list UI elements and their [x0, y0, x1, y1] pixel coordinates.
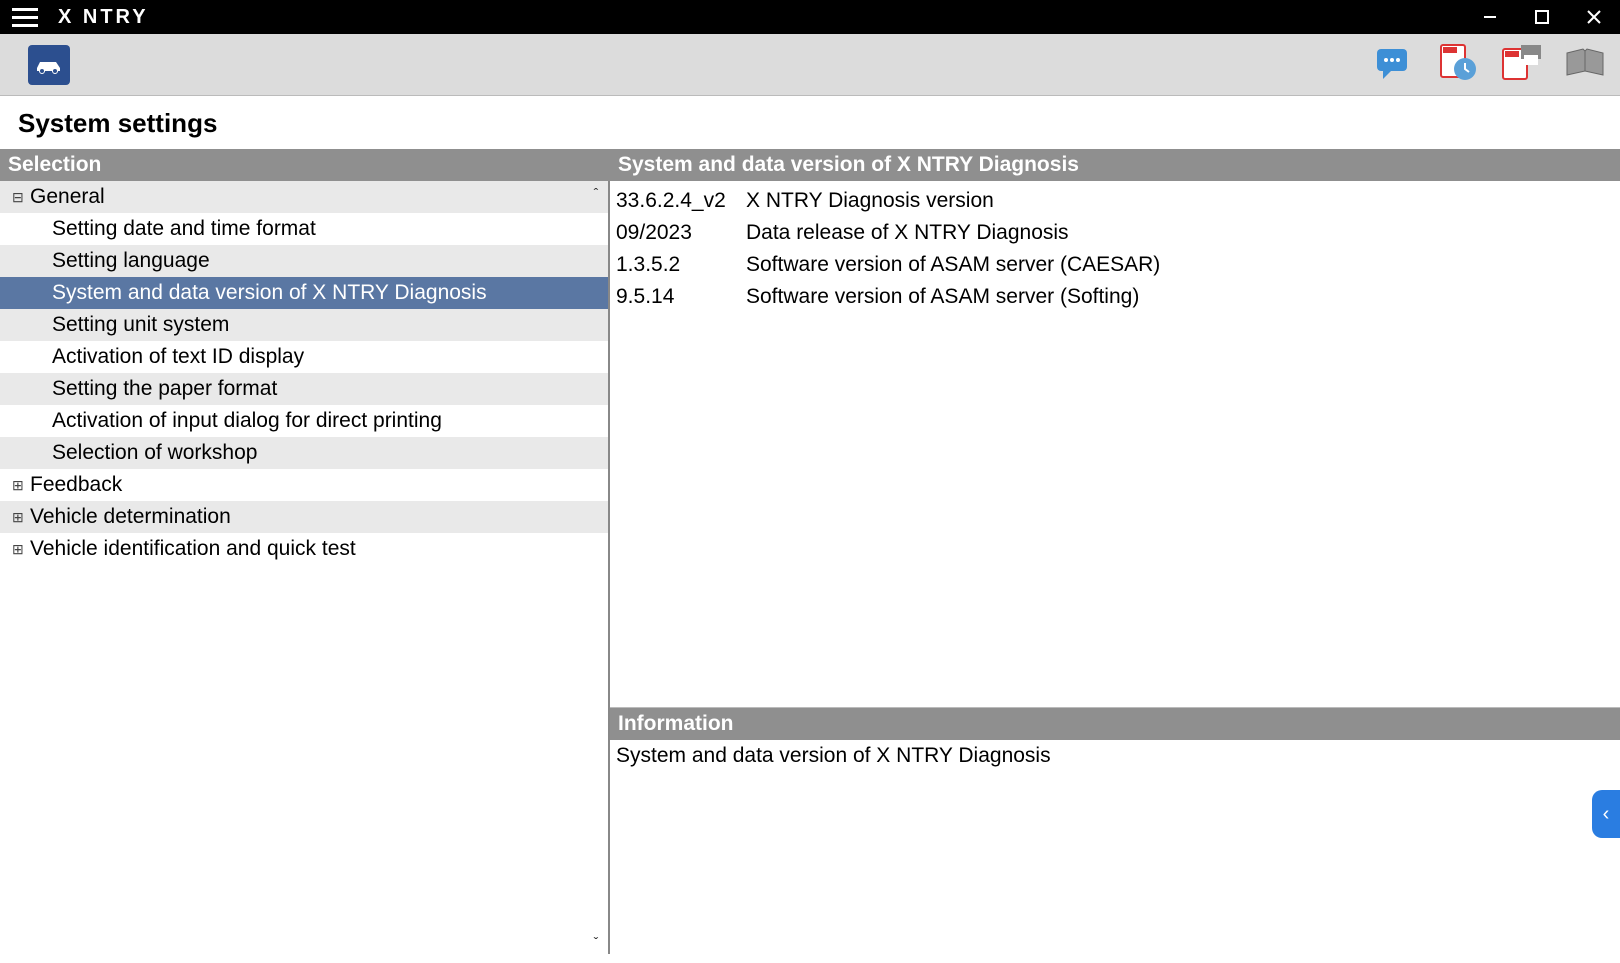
- detail-label: Software version of ASAM server (CAESAR): [746, 253, 1614, 277]
- detail-row: 33.6.2.4_v2 X NTRY Diagnosis version: [616, 185, 1614, 217]
- detail-label: Software version of ASAM server (Softing…: [746, 285, 1614, 309]
- detail-value: 1.3.5.2: [616, 253, 746, 277]
- hamburger-menu-icon[interactable]: [0, 0, 40, 34]
- toolbar: [0, 34, 1620, 96]
- tree-group-vehicle-determination[interactable]: ⊞ Vehicle determination: [0, 501, 608, 533]
- tree-group-label: Vehicle identification and quick test: [30, 537, 356, 561]
- chevron-left-icon: ‹: [1603, 803, 1610, 826]
- tree-group-label: Feedback: [30, 473, 122, 497]
- selection-pane: Selection ⊟ General Setting date and tim…: [0, 149, 610, 954]
- selection-header: Selection: [0, 149, 610, 181]
- detail-value: 09/2023: [616, 221, 746, 245]
- tree-area: ⊟ General Setting date and time format S…: [0, 181, 610, 954]
- detail-label: Data release of X NTRY Diagnosis: [746, 221, 1614, 245]
- tree-item-paper-format[interactable]: Setting the paper format: [0, 373, 608, 405]
- tree-group-feedback[interactable]: ⊞ Feedback: [0, 469, 608, 501]
- tree-group-label: General: [30, 185, 105, 209]
- expand-icon: ⊞: [12, 541, 26, 558]
- app-title: X NTRY: [58, 6, 149, 29]
- detail-pane: System and data version of X NTRY Diagno…: [610, 149, 1620, 954]
- tree-item-input-dialog[interactable]: Activation of input dialog for direct pr…: [0, 405, 608, 437]
- scroll-down-icon[interactable]: ˇ: [586, 932, 606, 952]
- scroll-up-icon[interactable]: ˆ: [586, 183, 606, 203]
- detail-body: 33.6.2.4_v2 X NTRY Diagnosis version 09/…: [610, 181, 1620, 707]
- detail-value: 33.6.2.4_v2: [616, 189, 746, 213]
- minimize-button[interactable]: [1464, 0, 1516, 34]
- expand-icon: ⊞: [12, 477, 26, 494]
- window-titlebar: X NTRY: [0, 0, 1620, 34]
- tree-item-date-time[interactable]: Setting date and time format: [0, 213, 608, 245]
- detail-row: 9.5.14 Software version of ASAM server (…: [616, 281, 1614, 313]
- side-drawer-toggle[interactable]: ‹: [1592, 790, 1620, 838]
- tree-item-unit-system[interactable]: Setting unit system: [0, 309, 608, 341]
- detail-row: 1.3.5.2 Software version of ASAM server …: [616, 249, 1614, 281]
- tree-group-label: Vehicle determination: [30, 505, 231, 529]
- collapse-icon: ⊟: [12, 189, 26, 206]
- tree-item-text-id[interactable]: Activation of text ID display: [0, 341, 608, 373]
- pdf-print-icon[interactable]: [1498, 40, 1544, 86]
- detail-label: X NTRY Diagnosis version: [746, 189, 1614, 213]
- window-controls: [1464, 0, 1620, 34]
- page-title: System settings: [0, 96, 1620, 149]
- tree-group-general[interactable]: ⊟ General: [0, 181, 608, 213]
- expand-icon: ⊞: [12, 509, 26, 526]
- chat-icon[interactable]: [1370, 40, 1416, 86]
- detail-value: 9.5.14: [616, 285, 746, 309]
- tree-item-workshop[interactable]: Selection of workshop: [0, 437, 608, 469]
- detail-row: 09/2023 Data release of X NTRY Diagnosis: [616, 217, 1614, 249]
- content-area: Selection ⊟ General Setting date and tim…: [0, 149, 1620, 954]
- vehicle-icon[interactable]: [28, 45, 70, 85]
- information-header: Information: [610, 708, 1620, 740]
- book-icon[interactable]: [1562, 40, 1608, 86]
- tree-item-language[interactable]: Setting language: [0, 245, 608, 277]
- close-button[interactable]: [1568, 0, 1620, 34]
- tree-group-vehicle-id-quick-test[interactable]: ⊞ Vehicle identification and quick test: [0, 533, 608, 565]
- maximize-button[interactable]: [1516, 0, 1568, 34]
- information-body: System and data version of X NTRY Diagno…: [610, 740, 1620, 954]
- information-text: System and data version of X NTRY Diagno…: [616, 744, 1051, 767]
- tree-item-system-data-version[interactable]: System and data version of X NTRY Diagno…: [0, 277, 608, 309]
- pdf-history-icon[interactable]: [1434, 40, 1480, 86]
- detail-header: System and data version of X NTRY Diagno…: [610, 149, 1620, 181]
